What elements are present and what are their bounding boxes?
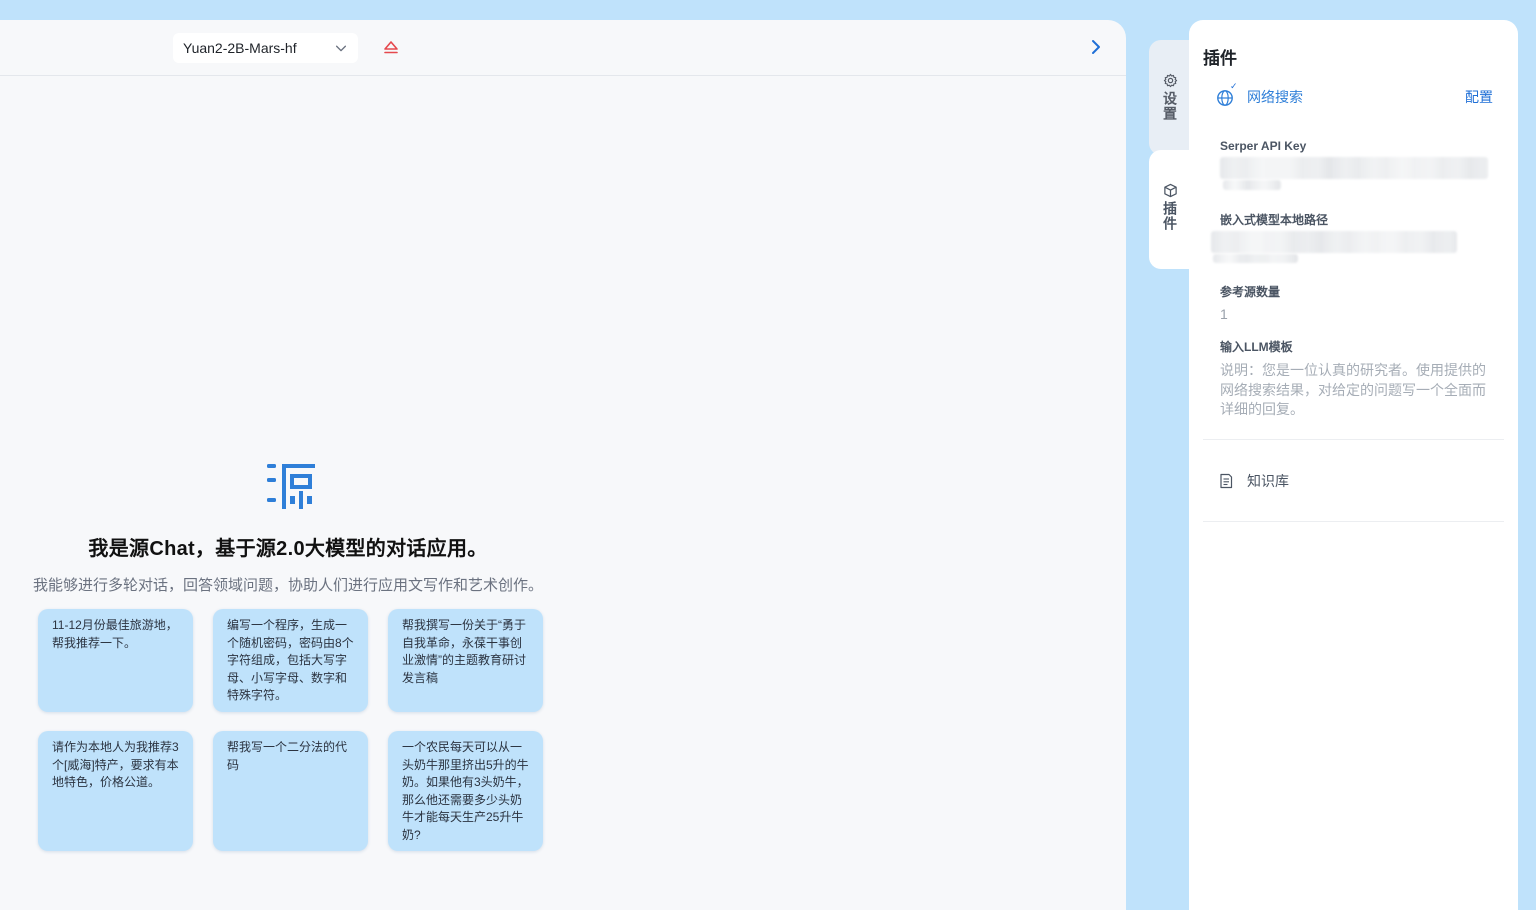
chat-panel: Yuan2-2B-Mars-hf 我是源Chat，基于源2.0大模型的对话应用。… bbox=[0, 20, 1126, 910]
serper-api-key-field[interactable] bbox=[1220, 157, 1488, 179]
document-icon bbox=[1220, 473, 1233, 489]
divider bbox=[1203, 521, 1504, 522]
prompt-card[interactable]: 11-12月份最佳旅游地，帮我推荐一下。 bbox=[38, 609, 193, 712]
llm-template-label: 输入LLM模板 bbox=[1220, 340, 1293, 354]
eject-icon[interactable] bbox=[382, 39, 400, 57]
knowledge-base-label: 知识库 bbox=[1247, 473, 1289, 489]
prompt-card[interactable]: 请作为本地人为我推荐3个[威海]特产，要求有本地特色，价格公道。 bbox=[38, 731, 193, 851]
chat-topbar: Yuan2-2B-Mars-hf bbox=[0, 20, 1126, 76]
llm-template-field[interactable]: 说明：您是一位认真的研究者。使用提供的网络搜索结果，对给定的问题写一个全面而详细… bbox=[1220, 361, 1495, 420]
model-select[interactable]: Yuan2-2B-Mars-hf bbox=[173, 33, 358, 63]
ref-count-label: 参考源数量 bbox=[1220, 285, 1281, 299]
model-select-label: Yuan2-2B-Mars-hf bbox=[183, 40, 297, 56]
prompt-card[interactable]: 编写一个程序，生成一个随机密码，密码由8个字符组成，包括大写字母、小写字母、数字… bbox=[213, 609, 368, 712]
embed-model-path-field[interactable] bbox=[1211, 231, 1457, 253]
plugin-web-search: ✓ 网络搜索 配置 bbox=[1216, 81, 1493, 108]
prompt-card[interactable]: 帮我撰写一份关于“勇于自我革命，永葆干事创业激情”的主题教育研讨发言稿 bbox=[388, 609, 543, 712]
cube-icon bbox=[1163, 183, 1177, 198]
yuan-logo bbox=[267, 464, 315, 509]
gear-icon bbox=[1163, 73, 1177, 88]
ref-count-field[interactable]: 1 bbox=[1220, 306, 1228, 322]
tab-plugins-label: 插件 bbox=[1162, 201, 1178, 231]
embed-model-path-field-overflow bbox=[1213, 254, 1298, 263]
serper-api-key-label: Serper API Key bbox=[1220, 139, 1307, 153]
plugin-knowledge-base[interactable]: 知识库 bbox=[1218, 471, 1289, 491]
prompt-card[interactable]: 帮我写一个二分法的代码 bbox=[213, 731, 368, 851]
chevron-down-icon bbox=[335, 45, 347, 52]
plugin-name-web-search[interactable]: 网络搜索 bbox=[1247, 87, 1465, 107]
plugin-toggle[interactable]: ✓ bbox=[1216, 81, 1238, 107]
config-link[interactable]: 配置 bbox=[1465, 87, 1493, 107]
tab-settings[interactable]: 设置 bbox=[1149, 40, 1191, 155]
chevron-right-icon[interactable] bbox=[1086, 37, 1106, 57]
welcome-headline: 我是源Chat，基于源2.0大模型的对话应用。 bbox=[88, 538, 488, 560]
plugin-panel: 插件 ✓ 网络搜索 配置 Serper API Key 嵌入式模型本地路径 参考… bbox=[1189, 20, 1518, 910]
tab-settings-label: 设置 bbox=[1162, 91, 1178, 121]
plugin-panel-title: 插件 bbox=[1203, 49, 1237, 68]
check-icon: ✓ bbox=[1230, 81, 1238, 91]
serper-api-key-field-overflow bbox=[1223, 180, 1281, 190]
divider bbox=[1203, 439, 1504, 440]
prompt-suggestions: 11-12月份最佳旅游地，帮我推荐一下。 编写一个程序，生成一个随机密码，密码由… bbox=[38, 609, 543, 851]
prompt-card[interactable]: 一个农民每天可以从一头奶牛那里挤出5升的牛奶。如果他有3头奶牛，那么他还需要多少… bbox=[388, 731, 543, 851]
embed-model-path-label: 嵌入式模型本地路径 bbox=[1220, 213, 1329, 227]
tab-plugins[interactable]: 插件 bbox=[1149, 150, 1191, 269]
welcome-subline: 我能够进行多轮对话，回答领域问题，协助人们进行应用文写作和艺术创作。 bbox=[32, 577, 543, 594]
